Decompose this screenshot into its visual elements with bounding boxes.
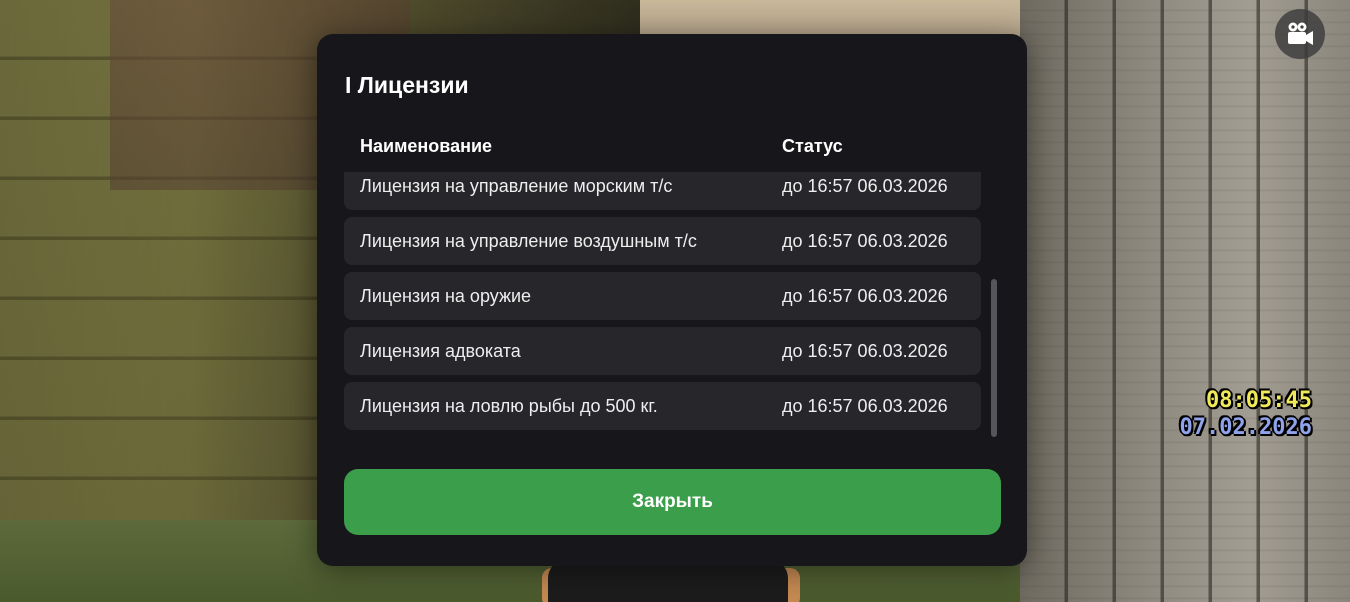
license-status: до 16:57 06.03.2026 <box>782 231 948 251</box>
license-name: Лицензия на управление морским т/с <box>360 176 673 196</box>
table-row: Лицензия на управление морским т/с до 16… <box>344 172 981 210</box>
table-header: Наименование Статус <box>360 136 980 160</box>
list-scrollbar[interactable] <box>991 172 997 437</box>
column-header-status: Статус <box>782 136 843 156</box>
video-camera-icon <box>1288 22 1313 45</box>
clock-date: 07.02.2026 <box>1179 415 1312 440</box>
table-row: Лицензия адвоката до 16:57 06.03.2026 <box>344 327 981 375</box>
table-row: Лицензия на оружие до 16:57 06.03.2026 <box>344 272 981 320</box>
dialog-title: I Лицензии <box>345 72 469 98</box>
close-button[interactable]: Закрыть <box>344 469 1001 535</box>
license-status: до 16:57 06.03.2026 <box>782 396 948 416</box>
table-row: Лицензия на управление воздушным т/с до … <box>344 217 981 265</box>
license-status: до 16:57 06.03.2026 <box>782 176 948 196</box>
scrollbar-thumb[interactable] <box>991 279 997 437</box>
table-row: Лицензия на ловлю рыбы до 500 кг. до 16:… <box>344 382 981 430</box>
game-clock: 08:05:45 07.02.2026 <box>1170 388 1312 440</box>
licenses-list[interactable]: Лицензия на управление морским т/с до 16… <box>344 172 984 435</box>
fence-texture <box>1020 0 1350 602</box>
license-name: Лицензия на оружие <box>360 286 532 306</box>
license-status: до 16:57 06.03.2026 <box>782 286 948 306</box>
licenses-dialog: I Лицензии Наименование Статус Лицензия … <box>317 34 1027 566</box>
license-name: Лицензия адвоката <box>360 341 521 361</box>
clock-time: 08:05:45 <box>1206 388 1312 413</box>
camera-button[interactable] <box>1275 9 1325 59</box>
player-character <box>548 560 788 602</box>
license-status: до 16:57 06.03.2026 <box>782 341 948 361</box>
column-header-name: Наименование <box>360 136 493 156</box>
license-name: Лицензия на ловлю рыбы до 500 кг. <box>360 396 658 416</box>
license-name: Лицензия на управление воздушным т/с <box>360 231 697 251</box>
